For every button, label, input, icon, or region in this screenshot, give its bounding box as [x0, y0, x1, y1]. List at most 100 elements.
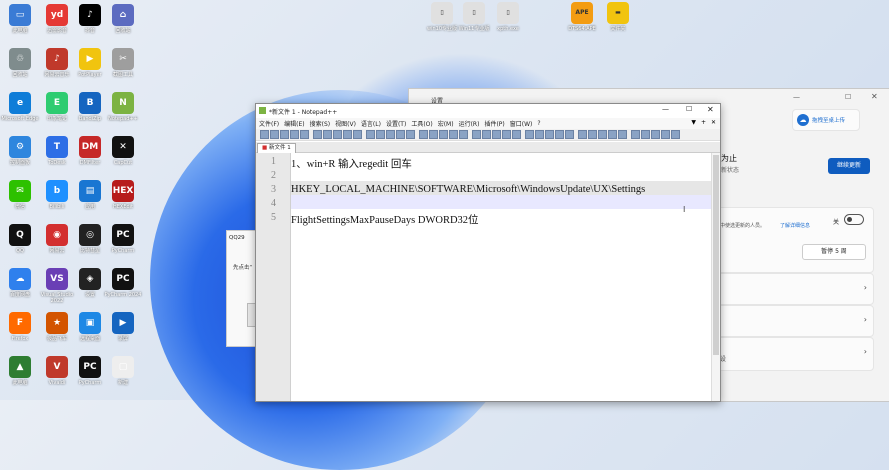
- minimize-button[interactable]: —: [793, 93, 800, 101]
- toolbar-button-icon[interactable]: [376, 130, 385, 139]
- desktop-icon[interactable]: ▶ 录屏: [103, 312, 143, 342]
- pause-select[interactable]: 暂停 5 周: [802, 244, 866, 260]
- menu-item[interactable]: ?: [537, 120, 540, 127]
- toolbar-button-icon[interactable]: [575, 131, 577, 138]
- toolbar-button-icon[interactable]: [565, 130, 574, 139]
- toolbar-button-icon[interactable]: [310, 131, 312, 138]
- desktop-icon[interactable]: PC PyCharm: [103, 224, 143, 254]
- settings-row-1[interactable]: ›: [717, 273, 874, 305]
- toolbar-button-icon[interactable]: [300, 130, 309, 139]
- desktop-icon[interactable]: ♲ 回收站: [0, 48, 40, 78]
- scrollbar-thumb[interactable]: [713, 155, 719, 355]
- menu-item[interactable]: 运行(R): [459, 119, 480, 128]
- menu-item[interactable]: 搜索(S): [310, 119, 331, 128]
- toolbar-button-icon[interactable]: [578, 130, 587, 139]
- desktop-icon[interactable]: ▢ 新建: [103, 356, 143, 386]
- menu-item[interactable]: 语言(L): [361, 119, 381, 128]
- toolbar-button-icon[interactable]: [482, 130, 491, 139]
- desktop-icon[interactable]: ☁ 百度网盘: [0, 268, 40, 298]
- toolbar-button-icon[interactable]: [661, 130, 670, 139]
- toolbar-button-icon[interactable]: [492, 130, 501, 139]
- menu-item[interactable]: 插件(P): [484, 119, 504, 128]
- desktop-icon[interactable]: PC PyCharm 2024: [103, 268, 143, 298]
- tab-new-file-1[interactable]: ■ 新文件 1: [257, 143, 296, 153]
- toolbar-button-icon[interactable]: [555, 130, 564, 139]
- desktop-icon[interactable]: F Firefox: [0, 312, 40, 342]
- toolbar-button-icon[interactable]: [641, 130, 650, 139]
- toolbar-button-icon[interactable]: [416, 131, 418, 138]
- toolbar-button-icon[interactable]: [429, 130, 438, 139]
- toolbar-button-icon[interactable]: [313, 130, 322, 139]
- toolbar-button-icon[interactable]: [671, 130, 680, 139]
- settings-row-3[interactable]: 设 ›: [717, 337, 874, 371]
- toolbar-button-icon[interactable]: [525, 130, 534, 139]
- np-maximize-button[interactable]: ☐: [686, 105, 692, 113]
- toolbar-button-icon[interactable]: [323, 130, 332, 139]
- menu-item[interactable]: 工具(O): [411, 119, 432, 128]
- toolbar-button-icon[interactable]: [618, 130, 627, 139]
- desktop-icon[interactable]: ✉ 微信: [0, 180, 40, 210]
- toolbar-button-icon[interactable]: [628, 131, 630, 138]
- toolbar-button-icon[interactable]: [588, 130, 597, 139]
- np-close-button[interactable]: ✕: [707, 105, 714, 114]
- toolbar-button-icon[interactable]: [512, 130, 521, 139]
- toolbar-button-icon[interactable]: [449, 130, 458, 139]
- desktop-icon[interactable]: ✕ CapCut: [103, 136, 143, 166]
- toolbar-button-icon[interactable]: [651, 130, 660, 139]
- toolbar-button-icon[interactable]: [469, 131, 471, 138]
- onedrive-card[interactable]: ☁ 拖拽至桌上传: [792, 109, 860, 131]
- menu-item[interactable]: 宏(M): [438, 119, 454, 128]
- toolbar-button-icon[interactable]: [681, 131, 683, 138]
- settings-row-2[interactable]: ›: [717, 305, 874, 337]
- desktop-icon[interactable]: e Microsoft Edge: [0, 92, 40, 122]
- menu-item[interactable]: 设置(T): [386, 119, 406, 128]
- np-minimize-button[interactable]: —: [662, 105, 669, 113]
- toolbar-button-icon[interactable]: [472, 130, 481, 139]
- desktop-icon[interactable]: ⚙ 控制面板: [0, 136, 40, 166]
- toolbar-button-icon[interactable]: [406, 130, 415, 139]
- vertical-scrollbar[interactable]: [711, 153, 720, 401]
- toolbar-button-icon[interactable]: [270, 130, 279, 139]
- toolbar-button-icon[interactable]: [419, 130, 428, 139]
- toolbar-button-icon[interactable]: [502, 130, 511, 139]
- toolbar-button-icon[interactable]: [439, 130, 448, 139]
- desktop-icon[interactable]: N Notepad++: [103, 92, 143, 122]
- desktop-icon[interactable]: ▲ 此电脑: [0, 356, 40, 386]
- desktop-file[interactable]: ▯ xpth.exe: [488, 2, 528, 32]
- learn-more-link[interactable]: 了解详细信息: [780, 222, 810, 229]
- maximize-button[interactable]: ☐: [845, 93, 851, 101]
- insider-toggle[interactable]: [844, 214, 864, 225]
- check-updates-button[interactable]: 继续更新: [828, 158, 870, 174]
- desktop-icon[interactable]: HEX HEXEdit: [103, 180, 143, 210]
- toolbar-button-icon[interactable]: [290, 130, 299, 139]
- toolbar-button-icon[interactable]: [631, 130, 640, 139]
- menu-item[interactable]: 视图(V): [335, 119, 356, 128]
- desktop-icon[interactable]: ▭ 此电脑: [0, 4, 40, 34]
- desktop-icon[interactable]: Q QQ: [0, 224, 40, 254]
- menu-plus-icon[interactable]: +: [701, 119, 706, 126]
- toolbar-button-icon[interactable]: [608, 130, 617, 139]
- close-button[interactable]: ✕: [871, 92, 878, 101]
- desktop-file[interactable]: ▬ 文件夹: [598, 2, 638, 32]
- toolbar-button-icon[interactable]: [366, 130, 375, 139]
- toolbar-button-icon[interactable]: [459, 130, 468, 139]
- menu-item[interactable]: 窗口(W): [510, 119, 533, 128]
- toolbar-button-icon[interactable]: [522, 131, 524, 138]
- desktop-file[interactable]: APE DTS64.APE: [562, 2, 602, 32]
- toolbar-button-icon[interactable]: [545, 130, 554, 139]
- menu-item[interactable]: 编辑(E): [284, 119, 304, 128]
- menu-item[interactable]: 文件(F): [259, 119, 279, 128]
- toolbar-button-icon[interactable]: [396, 130, 405, 139]
- toolbar-button-icon[interactable]: [260, 130, 269, 139]
- menu-close-icon[interactable]: ✕: [711, 119, 716, 126]
- toolbar-button-icon[interactable]: [386, 130, 395, 139]
- toolbar-button-icon[interactable]: [280, 130, 289, 139]
- toolbar-button-icon[interactable]: [535, 130, 544, 139]
- toolbar-button-icon[interactable]: [598, 130, 607, 139]
- toolbar-button-icon[interactable]: [353, 130, 362, 139]
- toolbar-button-icon[interactable]: [363, 131, 365, 138]
- menu-down-icon[interactable]: ▼: [691, 119, 696, 126]
- desktop-icon[interactable]: ✂ 截图工具: [103, 48, 143, 78]
- toolbar-button-icon[interactable]: [333, 130, 342, 139]
- toolbar-button-icon[interactable]: [343, 130, 352, 139]
